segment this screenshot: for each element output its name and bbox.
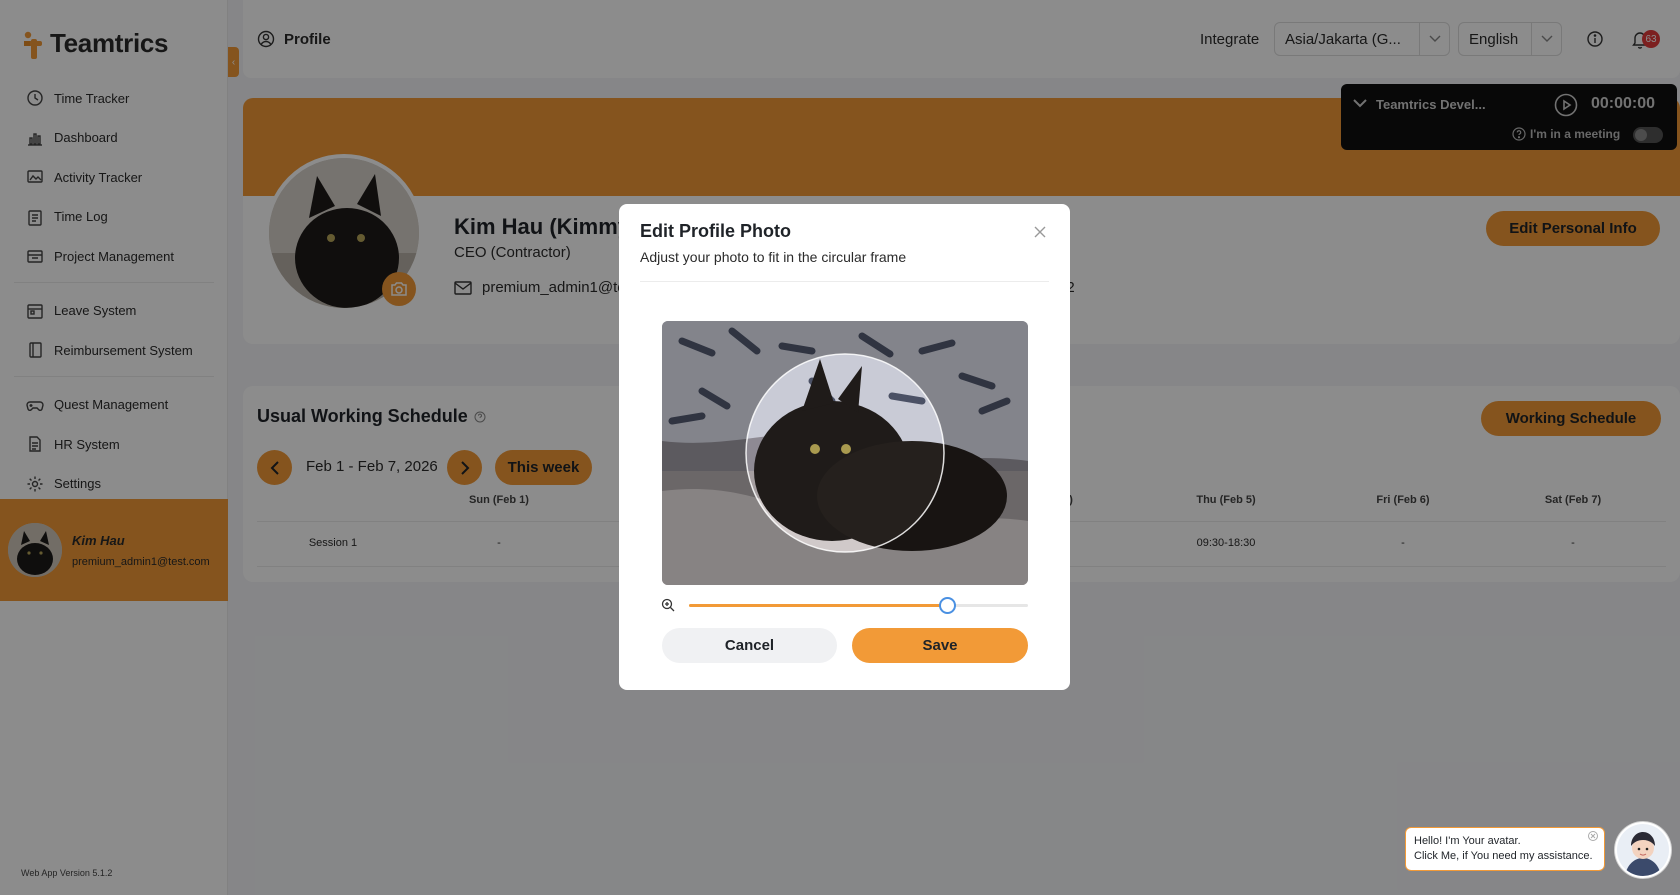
cat-photo-icon [662, 321, 1028, 585]
save-button[interactable]: Save [852, 628, 1028, 663]
divider [640, 281, 1049, 282]
zoom-slider[interactable] [689, 597, 1028, 614]
modal-subtitle: Adjust your photo to fit in the circular… [640, 249, 907, 265]
assistant-avatar-icon [1617, 824, 1669, 876]
photo-crop-area[interactable] [662, 321, 1028, 585]
edit-photo-modal: Edit Profile Photo Adjust your photo to … [619, 204, 1070, 690]
assistant-line-1: Hello! I'm Your avatar. [1414, 835, 1521, 847]
modal-title: Edit Profile Photo [640, 221, 791, 241]
zoom-slider-thumb[interactable] [938, 597, 956, 614]
zoom-slider-fill [689, 604, 947, 607]
assistant-line-2: Click Me, if You need my assistance. [1414, 850, 1593, 862]
assistant-bubble[interactable]: Hello! I'm Your avatar. Click Me, if You… [1405, 827, 1605, 871]
cancel-button[interactable]: Cancel [662, 628, 837, 663]
close-icon[interactable] [1588, 831, 1598, 841]
zoom-in-icon [661, 598, 675, 612]
assistant-avatar-button[interactable] [1615, 822, 1671, 878]
close-icon[interactable] [1033, 225, 1047, 239]
